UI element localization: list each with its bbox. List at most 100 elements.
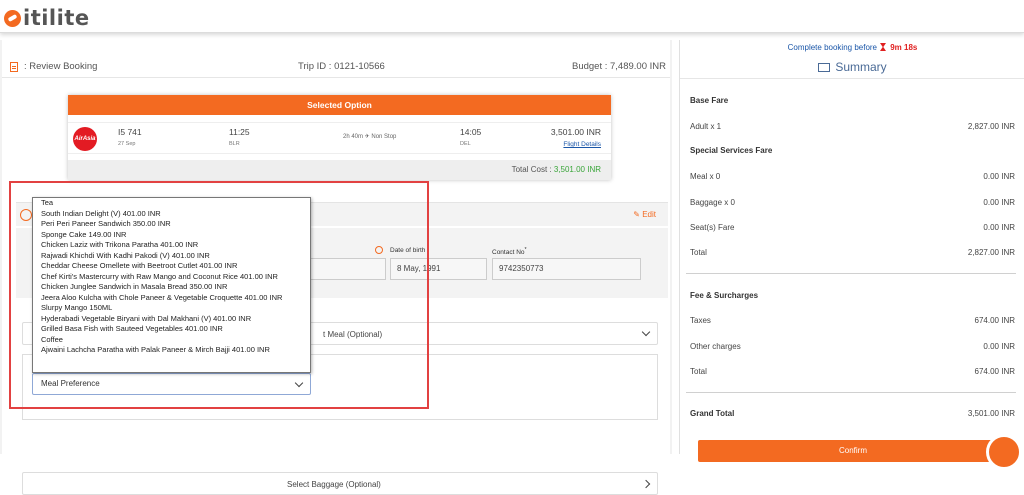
adult-row: Adult x 1 2,827.00 INR — [690, 122, 1015, 131]
adult-label: Adult x 1 — [690, 122, 722, 131]
arrival-time: 14:05 — [460, 127, 482, 137]
meal-option[interactable]: Peri Peri Paneer Sandwich 350.00 INR — [33, 219, 310, 230]
logo-text: itilite — [23, 6, 90, 30]
dob-label: Date of birth — [390, 247, 426, 254]
hourglass-icon — [880, 43, 886, 51]
summary-title-text: Summary — [835, 60, 887, 74]
fee-total-value: 674.00 INR — [974, 367, 1015, 376]
booking-header-row: : Review Booking Trip ID : 0121-10566 Bu… — [2, 54, 670, 78]
total-cost-label: Total Cost : — [511, 165, 554, 174]
edit-label: Edit — [642, 210, 656, 219]
chat-bubble-icon[interactable] — [986, 434, 1022, 470]
special-services-heading: Special Services Fare — [690, 146, 773, 155]
taxes-label: Taxes — [690, 316, 711, 325]
taxes-row: Taxes 674.00 INR — [690, 316, 1015, 325]
base-fare-heading: Base Fare — [690, 96, 729, 105]
trip-id: Trip ID : 0121-10566 — [298, 61, 385, 72]
selected-option-card: Selected Option AirAsia I5 741 27 Sep 11… — [68, 95, 611, 180]
adult-value: 2,827.00 INR — [967, 122, 1015, 131]
contact-label: Contact No — [492, 249, 525, 257]
divider — [686, 273, 1016, 274]
flight-date: 27 Sep — [118, 141, 136, 147]
meal-option[interactable]: Slurpy Mango 150ML — [33, 303, 310, 314]
chevron-right-icon — [641, 479, 651, 489]
info-icon — [375, 246, 383, 254]
select-meal-label: t Meal (Optional) — [323, 330, 383, 339]
required-mark: * — [524, 247, 527, 253]
total-cost-bar: Total Cost : 3,501.00 INR — [68, 160, 611, 180]
meal-option[interactable]: Tea — [33, 198, 310, 209]
fare-amount: 3,501.00 INR — [550, 127, 601, 137]
taxes-value: 674.00 INR — [974, 316, 1015, 325]
baggage-fare-row: Baggage x 0 0.00 INR — [690, 198, 1015, 207]
departure-time: 11:25 — [229, 127, 250, 137]
edit-button[interactable]: ✎ Edit — [633, 210, 656, 219]
summary-panel: Complete booking before 9m 18s Summary B… — [679, 40, 1024, 470]
departure-city: BLR — [229, 141, 240, 147]
meal-option[interactable]: Grilled Basa Fish with Sauteed Vegetable… — [33, 324, 310, 335]
meal-option[interactable]: Ajwaini Lachcha Paratha with Palak Panee… — [33, 345, 310, 356]
flight-details-link[interactable]: Flight Details — [551, 141, 601, 148]
meal-option[interactable]: Chef Kirti's Mastercurry with Raw Mango … — [33, 272, 310, 283]
meal-option[interactable]: Cheddar Cheese Omellete with Beetroot Cu… — [33, 261, 310, 272]
person-icon — [20, 209, 32, 221]
meal-option[interactable]: Jeera Aloo Kulcha with Chole Paneer & Ve… — [33, 293, 310, 304]
base-total-label: Total — [690, 248, 707, 257]
meal-fare-value: 0.00 INR — [983, 172, 1015, 181]
fare-cell: 3,501.00 INR Flight Details — [551, 127, 601, 148]
grand-total-row: Grand Total 3,501.00 INR — [690, 409, 1015, 418]
confirm-button[interactable]: Confirm — [698, 440, 1008, 462]
meal-option[interactable]: Hyderabadi Vegetable Biryani with Dal Ma… — [33, 314, 310, 325]
grand-total-value: 3,501.00 INR — [967, 409, 1015, 418]
meal-option[interactable]: Chicken Laziz with Trikona Paratha 401.0… — [33, 240, 310, 251]
baggage-fare-label: Baggage x 0 — [690, 198, 735, 207]
select-baggage-row[interactable]: Select Baggage (Optional) — [22, 472, 658, 495]
flight-number: I5 741 — [118, 127, 142, 137]
meal-fare-row: Meal x 0 0.00 INR — [690, 172, 1015, 181]
select-baggage-label: Select Baggage (Optional) — [287, 480, 381, 489]
meal-option[interactable]: Sponge Cake 149.00 INR — [33, 230, 310, 241]
budget: Budget : 7,489.00 INR — [571, 61, 666, 72]
meal-option[interactable]: South Indian Delight (V) 401.00 INR — [33, 209, 310, 220]
total-cost-value: 3,501.00 INR — [553, 165, 601, 174]
seat-fare-label: Seat(s) Fare — [690, 223, 735, 232]
document-icon — [10, 61, 18, 72]
dob-field[interactable]: 8 May, 1991 — [390, 258, 487, 280]
contact-field[interactable]: 9742350773 — [492, 258, 641, 280]
seat-fare-value: 0.00 INR — [983, 223, 1015, 232]
meal-option[interactable]: Coffee — [33, 335, 310, 346]
fee-total-label: Total — [690, 367, 707, 376]
grand-total-label: Grand Total — [690, 409, 735, 418]
summary-title: Summary — [680, 60, 1024, 74]
other-charges-value: 0.00 INR — [983, 342, 1015, 351]
summary-icon — [818, 63, 831, 72]
meal-option[interactable]: Rajwadi Khichdi With Kadhi Pakodi (V) 40… — [33, 251, 310, 262]
other-charges-row: Other charges 0.00 INR — [690, 342, 1015, 351]
base-total-row: Total 2,827.00 INR — [690, 248, 1015, 257]
baggage-fare-value: 0.00 INR — [983, 198, 1015, 207]
meal-fare-label: Meal x 0 — [690, 172, 721, 181]
meal-option[interactable]: Chicken Junglee Sandwich in Masala Bread… — [33, 282, 310, 293]
flight-number-cell: I5 741 27 Sep — [118, 127, 142, 147]
contact-label-wrap: Contact No* — [492, 247, 527, 256]
divider — [686, 392, 1016, 393]
countdown-time: 9m 18s — [890, 43, 918, 52]
airasia-logo: AirAsia — [73, 127, 97, 151]
meal-dropdown-list[interactable]: Tea South Indian Delight (V) 401.00 INR … — [32, 197, 311, 373]
itilite-logo[interactable]: itilite — [4, 6, 90, 30]
meal-preference-select[interactable]: Meal Preference — [32, 373, 311, 395]
logo-mark-icon — [4, 9, 21, 27]
countdown-label: Complete booking before — [787, 43, 877, 52]
fee-total-row: Total 674.00 INR — [690, 367, 1015, 376]
review-booking-crumb: : Review Booking — [10, 61, 97, 72]
chevron-down-icon — [641, 327, 651, 337]
fee-surcharges-heading: Fee & Surcharges — [690, 291, 759, 300]
base-total-value: 2,827.00 INR — [967, 248, 1015, 257]
divider — [680, 78, 1024, 79]
select-chevron-icon — [294, 378, 304, 388]
departure-cell: 11:25 BLR — [229, 127, 250, 147]
arrival-cell: 14:05 DEL — [460, 127, 481, 147]
selected-option-title: Selected Option — [68, 95, 611, 115]
seat-fare-row: Seat(s) Fare 0.00 INR — [690, 223, 1015, 232]
review-booking-label: : Review Booking — [24, 61, 98, 72]
